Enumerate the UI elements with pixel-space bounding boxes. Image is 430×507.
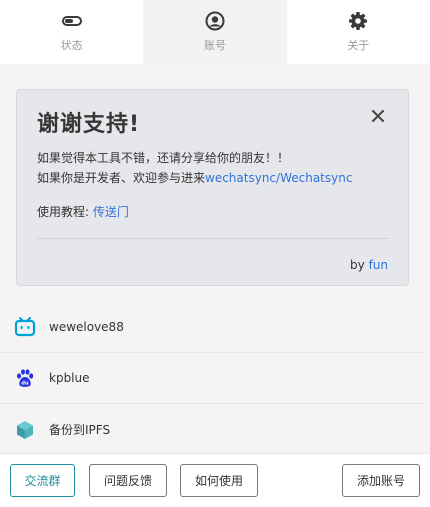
tab-account-label: 账号: [203, 39, 226, 52]
tab-about[interactable]: 关于: [287, 0, 430, 64]
account-list: wewelove88 du kpblue 备份到IPFS: [0, 302, 424, 455]
account-name: 备份到IPFS: [49, 423, 111, 437]
baidu-icon: du: [14, 367, 36, 389]
share-text: 如果觉得本工具不错，还请分享给你的朋友！！: [37, 151, 290, 165]
tab-account[interactable]: 账号: [143, 0, 287, 64]
group-chat-button[interactable]: 交流群: [10, 464, 75, 497]
tab-about-label: 关于: [347, 39, 370, 52]
user-circle-icon: [205, 11, 225, 31]
account-item-baidu[interactable]: du kpblue: [0, 353, 424, 404]
account-item-ipfs[interactable]: 备份到IPFS: [0, 404, 424, 455]
account-name: kpblue: [49, 371, 90, 385]
bottom-toolbar: 交流群 问题反馈 如何使用 添加账号: [0, 453, 430, 507]
card-footer: by fun: [350, 258, 388, 272]
tab-status[interactable]: 状态: [0, 0, 143, 64]
bilibili-icon: [14, 316, 36, 338]
account-item-bilibili[interactable]: wewelove88: [0, 302, 424, 353]
feedback-button[interactable]: 问题反馈: [89, 464, 167, 497]
svg-text:du: du: [21, 381, 29, 387]
tutorial-prefix: 使用教程:: [37, 205, 93, 219]
contribute-text: 如果你是开发者、欢迎参与进来wechatsync/Wechatsync: [37, 168, 352, 188]
gear-icon: [348, 11, 368, 31]
tab-bar: 状态 账号 关于: [0, 0, 430, 64]
tutorial-link[interactable]: 传送门: [93, 205, 129, 219]
author-link[interactable]: fun: [369, 258, 388, 272]
how-to-use-button[interactable]: 如何使用: [180, 464, 258, 497]
account-name: wewelove88: [49, 320, 124, 334]
footer-prefix: by: [350, 258, 369, 272]
card-title: 谢谢支持!: [37, 112, 141, 137]
github-link[interactable]: wechatsync/Wechatsync: [205, 171, 352, 185]
contribute-prefix: 如果你是开发者、欢迎参与进来: [37, 171, 206, 185]
tab-status-label: 状态: [60, 39, 83, 52]
close-icon[interactable]: [370, 108, 386, 124]
thanks-card: 谢谢支持! 如果觉得本工具不错，还请分享给你的朋友！！ 如果你是开发者、欢迎参与…: [16, 89, 409, 286]
add-account-button[interactable]: 添加账号: [342, 464, 420, 497]
card-divider: [37, 238, 388, 239]
ipfs-cube-icon: [14, 419, 36, 441]
tutorial-text: 使用教程: 传送门: [37, 202, 129, 222]
toggle-icon: [61, 11, 82, 31]
